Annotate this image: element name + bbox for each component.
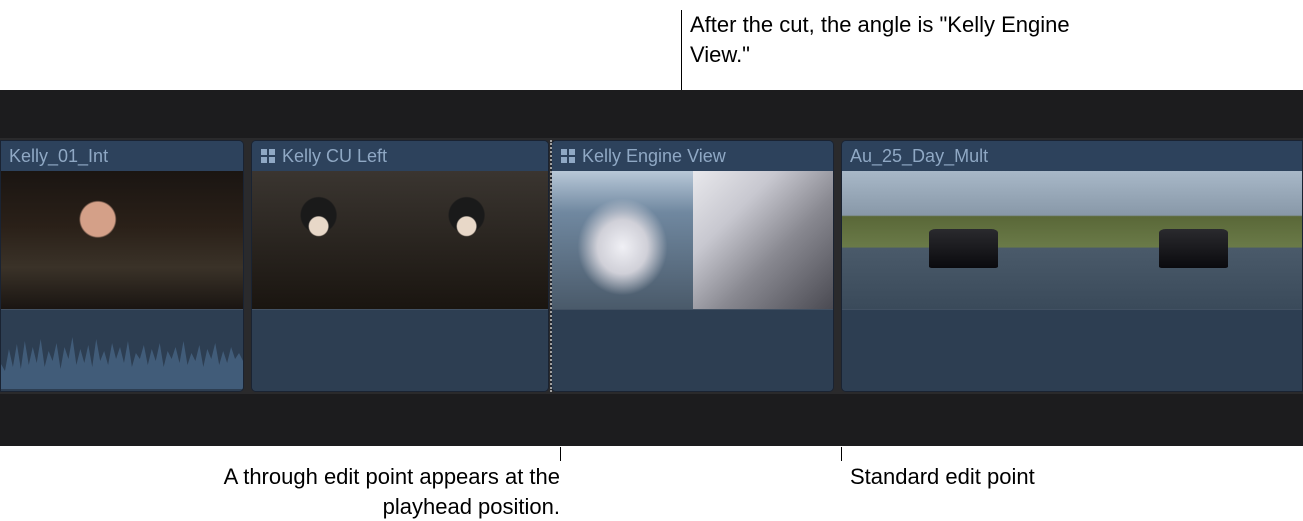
clip-label: Au_25_Day_Mult — [850, 146, 988, 167]
annotation-standard-edit: Standard edit point — [850, 462, 1150, 492]
timeline[interactable]: Kelly_01_Int Kelly CU Left — [0, 90, 1303, 446]
multicam-icon — [560, 148, 576, 164]
audio-divider — [252, 309, 548, 310]
through-edit-point[interactable] — [550, 140, 552, 392]
clip-thumbnail — [552, 171, 693, 309]
annotation-after-cut: After the cut, the angle is "Kelly Engin… — [690, 10, 1090, 69]
clip-thumbnail — [252, 171, 400, 309]
callout-line-standard-edit — [841, 447, 842, 461]
clip-header: Kelly Engine View — [552, 141, 833, 171]
callout-line-through-edit — [560, 447, 561, 461]
clip-thumbnail — [842, 171, 1072, 309]
timeline-clip[interactable]: Kelly CU Left — [251, 140, 549, 392]
clip-thumbnail — [1, 171, 243, 309]
clip-thumbnail — [1072, 171, 1302, 309]
timeline-clip[interactable]: Kelly Engine View — [551, 140, 834, 392]
clip-header: Au_25_Day_Mult — [842, 141, 1302, 171]
clip-label: Kelly Engine View — [582, 146, 726, 167]
audio-divider — [842, 309, 1302, 310]
clip-header: Kelly CU Left — [252, 141, 548, 171]
clip-audio[interactable] — [1, 309, 243, 391]
audio-divider — [1, 309, 243, 310]
clip-thumbnails — [1, 171, 243, 309]
timeline-clip[interactable]: Kelly_01_Int — [0, 140, 244, 392]
clip-header: Kelly_01_Int — [1, 141, 243, 171]
clip-thumbnails — [552, 171, 833, 309]
clip-label: Kelly_01_Int — [9, 146, 108, 167]
clip-label: Kelly CU Left — [282, 146, 387, 167]
clip-audio[interactable] — [842, 309, 1302, 391]
clip-thumbnails — [842, 171, 1302, 309]
clip-thumbnail — [400, 171, 548, 309]
clip-thumbnail — [693, 171, 834, 309]
timeline-clip[interactable]: Au_25_Day_Mult — [841, 140, 1303, 392]
callout-line-top — [681, 10, 682, 90]
clip-audio[interactable] — [552, 309, 833, 391]
audio-divider — [552, 309, 833, 310]
clip-audio[interactable] — [252, 309, 548, 391]
multicam-icon — [260, 148, 276, 164]
audio-waveform — [1, 329, 243, 389]
annotation-through-edit: A through edit point appears at the play… — [170, 462, 560, 521]
clip-thumbnails — [252, 171, 548, 309]
